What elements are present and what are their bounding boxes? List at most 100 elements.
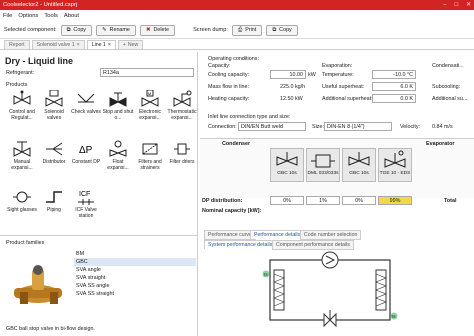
svg-text:ΔP: ΔP bbox=[79, 145, 93, 156]
product-piping[interactable]: Piping bbox=[38, 188, 70, 228]
family-description: GBC ball stop valve in bi-flow design. bbox=[6, 326, 95, 332]
families-label: Product families bbox=[6, 240, 45, 246]
product-float-expansion[interactable]: Float expansi... bbox=[102, 140, 134, 180]
list-item[interactable]: GBC bbox=[74, 258, 196, 266]
valve-card-2[interactable]: DML 033/033s bbox=[306, 148, 340, 182]
product-distributor[interactable]: Distributor bbox=[38, 140, 70, 180]
dp-value-4: 99% bbox=[378, 196, 412, 205]
toolbar: Selected component: ⧉ Copy ✎ Rename ✖ Delet… bbox=[0, 22, 474, 39]
tab-system-performance[interactable]: System performance details bbox=[204, 240, 277, 249]
list-item[interactable]: SVA angle bbox=[74, 266, 196, 274]
product-stop-valves[interactable]: Stop and shut o... bbox=[102, 90, 134, 130]
useful-superheat-input[interactable]: 6.0 K bbox=[372, 82, 416, 91]
valve-card-3[interactable]: GBC 10s bbox=[342, 148, 376, 182]
selected-component-label: Selected component: bbox=[4, 27, 57, 33]
valve-card-4[interactable]: TGE 10 - EDS bbox=[378, 148, 412, 182]
menu-about[interactable]: About bbox=[64, 11, 79, 21]
dp-value-3: 0% bbox=[342, 196, 376, 205]
product-sight-glasses[interactable]: Sight glasses bbox=[6, 188, 38, 228]
svg-text:1a: 1a bbox=[264, 273, 268, 277]
products-label: Products bbox=[6, 82, 28, 88]
maximize-button[interactable]: □ bbox=[455, 0, 459, 10]
window-title: Coolselector2 - Untitled.csprj bbox=[3, 2, 78, 8]
thermostatic-expansion-icon bbox=[384, 150, 406, 168]
temperature-input[interactable]: -10.0 °C bbox=[372, 70, 416, 79]
close-icon[interactable]: × bbox=[108, 42, 111, 48]
velocity-value: 0.84 m/s bbox=[432, 124, 453, 130]
cooling-capacity-label: Cooling capacity: bbox=[208, 72, 250, 78]
print-button[interactable]: ⎙ Print bbox=[231, 24, 263, 36]
product-manual-expansion[interactable]: Manual expansi... bbox=[6, 140, 38, 180]
heating-capacity-label: Heating capacity: bbox=[208, 96, 250, 102]
size-select[interactable]: DIN-EN 8 (1/4") bbox=[324, 122, 392, 131]
subcooling-label: Subcooling: bbox=[432, 84, 461, 90]
minimize-button[interactable]: − bbox=[443, 0, 446, 10]
ball-valve-icon bbox=[348, 152, 370, 166]
product-constant-dp[interactable]: ΔP Constant DP bbox=[70, 140, 102, 180]
icf-station-icon: ICF bbox=[78, 191, 94, 205]
product-electronic-expansion[interactable]: M Electronic expansi... bbox=[134, 90, 166, 130]
heating-capacity-value: 12.50 kW bbox=[280, 96, 303, 102]
tab-solenoid-valve[interactable]: Solenoid valve 1 × bbox=[31, 40, 85, 49]
project-tabs: Report Solenoid valve 1 × Line 1 × + New bbox=[0, 40, 474, 50]
copy-screen-button[interactable]: ⧉ Copy bbox=[266, 24, 298, 36]
tab-new[interactable]: + New bbox=[117, 40, 144, 49]
copy-icon: ⧉ bbox=[66, 26, 71, 33]
valve-product-image bbox=[14, 265, 62, 304]
inlet-line-label: Inlet line connection type and size: bbox=[208, 114, 291, 120]
menu-options[interactable]: Options bbox=[18, 11, 38, 21]
tab-line-1[interactable]: Line 1 × bbox=[86, 40, 116, 49]
system-diagram: 1a 3a bbox=[262, 251, 398, 328]
tab-component-performance[interactable]: Component performance details bbox=[272, 240, 354, 250]
additional-superheat-label: Additional superheat: bbox=[322, 96, 373, 102]
valve-card-1[interactable]: GBC 10s bbox=[270, 148, 304, 182]
product-filters-strainers[interactable]: Filters and strainers bbox=[134, 140, 166, 180]
delete-button[interactable]: ✖ Delete bbox=[139, 24, 176, 36]
tab-performance-details[interactable]: Performance details bbox=[250, 230, 305, 239]
copy-component-button[interactable]: ⧉ Copy bbox=[60, 24, 93, 36]
ball-valve-icon bbox=[276, 152, 298, 166]
filter-drier-icon bbox=[311, 154, 335, 168]
rename-button[interactable]: ✎ Rename bbox=[96, 24, 136, 36]
size-label: Size: bbox=[312, 124, 324, 130]
dp-distribution-label: DP distribution: bbox=[202, 198, 243, 204]
tab-code-number-selection[interactable]: Code number selection bbox=[300, 230, 362, 240]
product-check-valves[interactable]: Check valves bbox=[70, 90, 102, 130]
svg-text:3a: 3a bbox=[392, 315, 396, 319]
total-label: Total bbox=[444, 198, 457, 204]
check-valve-icon bbox=[77, 93, 95, 103]
additional-subcooling-label: Additional su... bbox=[432, 96, 468, 102]
connection-select[interactable]: DIN/EN Butt weld bbox=[238, 122, 306, 131]
menu-file[interactable]: File bbox=[3, 11, 12, 21]
close-icon[interactable]: × bbox=[77, 42, 80, 48]
sight-glass-icon bbox=[13, 191, 31, 203]
filter-drier-icon bbox=[174, 143, 190, 155]
list-item[interactable]: SVA SS angle bbox=[74, 282, 196, 290]
right-panel: Operating conditions: Capacity: Cooling … bbox=[200, 52, 474, 336]
distributor-icon bbox=[46, 142, 63, 156]
stop-valve-icon bbox=[109, 92, 127, 107]
list-item[interactable]: SVA straight bbox=[74, 274, 196, 282]
cooling-unit: kW bbox=[308, 72, 316, 78]
refrigerant-select[interactable]: R134a bbox=[100, 68, 194, 77]
product-thermostatic-expansion[interactable]: Thermostatic expansi... bbox=[166, 90, 198, 130]
tab-performance-curve[interactable]: Performance curve bbox=[204, 230, 256, 240]
additional-superheat-input[interactable]: 0.0 K bbox=[372, 94, 416, 103]
list-item[interactable]: SVA SS straight bbox=[74, 290, 196, 298]
connection-label: Connection: bbox=[208, 124, 237, 130]
product-filter-driers[interactable]: Filter driers bbox=[166, 140, 198, 180]
list-item[interactable]: BM bbox=[74, 250, 196, 258]
product-solenoid-valves[interactable]: Solenoid valves bbox=[38, 90, 70, 130]
tab-report[interactable]: Report bbox=[4, 40, 30, 49]
menu-tools[interactable]: Tools bbox=[44, 11, 58, 21]
delete-icon: ✖ bbox=[145, 27, 151, 33]
product-icf-valve-station[interactable]: ICF ICF Valve station bbox=[70, 188, 102, 228]
control-valve-icon bbox=[13, 90, 31, 105]
title-bar: Coolselector2 - Untitled.csprj − □ ✕ bbox=[0, 0, 474, 10]
product-control-regulating[interactable]: Control and Regulat... bbox=[6, 90, 38, 130]
close-button[interactable]: ✕ bbox=[466, 0, 471, 10]
float-valve-icon bbox=[109, 140, 127, 157]
condenser-label: Condenser bbox=[222, 141, 251, 147]
operating-conditions-label: Operating conditions: bbox=[208, 56, 259, 62]
cooling-capacity-input[interactable]: 10.00 bbox=[270, 70, 306, 79]
